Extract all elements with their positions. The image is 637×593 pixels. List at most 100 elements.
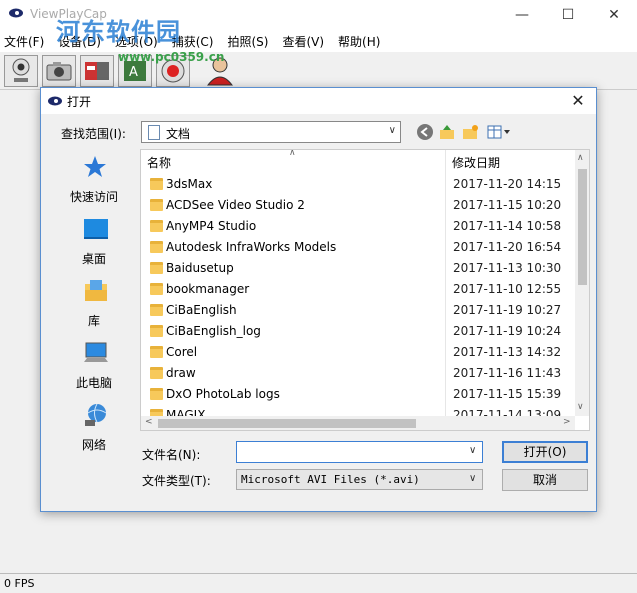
maximize-button[interactable]: ☐ — [545, 0, 591, 30]
new-folder-icon[interactable] — [461, 123, 479, 141]
look-in-label: 查找范围(I): — [61, 127, 126, 141]
filetype-label: 文件类型(T): — [142, 474, 211, 488]
horizontal-scroll-thumb[interactable] — [158, 419, 416, 428]
place-network[interactable]: 网络 — [49, 398, 139, 458]
watermark-url: www.pc0359.cn — [118, 50, 225, 64]
open-button[interactable]: 打开(O) — [502, 441, 588, 463]
file-name: draw — [166, 366, 196, 380]
file-row[interactable]: CiBaEnglish 2017-11-19 10:27 — [141, 300, 576, 321]
webcam-tool-button[interactable] — [4, 55, 38, 87]
camera-icon — [46, 62, 72, 81]
place-libraries[interactable]: 库 — [49, 274, 139, 334]
document-folder-icon — [148, 125, 160, 140]
folder-icon — [150, 325, 163, 337]
file-date: 2017-11-15 10:20 — [453, 198, 562, 212]
filename-input[interactable] — [236, 441, 483, 463]
file-row[interactable]: bookmanager 2017-11-10 12:55 — [141, 279, 576, 300]
file-date: 2017-11-20 14:15 — [453, 177, 562, 191]
file-date: 2017-11-14 10:58 — [453, 219, 562, 233]
menu-snapshot[interactable]: 拍照(S) — [220, 33, 275, 50]
back-icon[interactable] — [416, 123, 434, 141]
menu-view[interactable]: 查看(V) — [275, 33, 331, 50]
sort-ascending-icon: ∧ — [289, 149, 296, 158]
file-name: CiBaEnglish_log — [166, 324, 261, 338]
app-eye-icon — [9, 8, 23, 18]
scroll-down-icon[interactable]: ∨ — [577, 402, 584, 412]
chevron-down-icon[interactable]: ∨ — [469, 445, 476, 456]
file-date: 2017-11-20 16:54 — [453, 240, 562, 254]
file-name: ACDSee Video Studio 2 — [166, 198, 305, 212]
column-header-date[interactable]: 修改日期 — [446, 150, 575, 172]
file-row[interactable]: draw 2017-11-16 11:43 — [141, 363, 576, 384]
folder-icon — [150, 199, 163, 211]
film-icon — [85, 62, 109, 80]
folder-icon — [150, 304, 163, 316]
file-name: DxO PhotoLab logs — [166, 387, 280, 401]
scroll-left-icon[interactable]: < — [145, 417, 153, 427]
place-label: 网络 — [81, 438, 106, 452]
svg-text:A: A — [129, 65, 138, 80]
place-label: 此电脑 — [75, 376, 112, 390]
place-label: 库 — [87, 314, 100, 328]
horizontal-scrollbar[interactable]: < > — [141, 416, 575, 430]
column-header-name[interactable]: 名称 ∧ — [141, 150, 445, 172]
folder-icon — [150, 367, 163, 379]
webcam-icon — [12, 58, 30, 82]
star-icon — [84, 156, 106, 177]
file-date: 2017-11-15 15:39 — [453, 387, 562, 401]
file-name: Baidusetup — [166, 261, 234, 275]
dialog-close-button[interactable]: ✕ — [566, 90, 590, 112]
toolbar: A — [0, 52, 637, 90]
minimize-button[interactable]: — — [499, 0, 545, 30]
folder-icon — [150, 388, 163, 400]
menu-file[interactable]: 文件(F) — [0, 33, 51, 50]
dialog-title: 打开 — [67, 95, 92, 109]
network-icon — [85, 403, 107, 426]
file-name: 3dsMax — [166, 177, 213, 191]
capture-tool-button[interactable] — [80, 55, 114, 87]
file-list[interactable]: 名称 ∧ 修改日期 3dsMax 2017-11-20 14:15 ACDSee … — [140, 149, 590, 431]
look-in-dropdown[interactable]: 文档 ∨ — [141, 121, 401, 143]
scroll-up-icon[interactable]: ∧ — [577, 153, 584, 163]
folder-icon — [150, 220, 163, 232]
chevron-down-icon[interactable]: ∨ — [469, 473, 476, 484]
up-folder-icon[interactable] — [438, 123, 456, 141]
scroll-right-icon[interactable]: > — [563, 417, 571, 427]
folder-icon — [150, 262, 163, 274]
folder-icon — [150, 283, 163, 295]
file-row[interactable]: 3dsMax 2017-11-20 14:15 — [141, 174, 576, 195]
file-row[interactable]: Corel 2017-11-13 14:32 — [141, 342, 576, 363]
filetype-dropdown[interactable]: Microsoft AVI Files (*.avi) — [236, 469, 483, 490]
camera-tool-button[interactable] — [42, 55, 76, 87]
vertical-scrollbar[interactable]: ∧ ∨ — [575, 150, 589, 416]
place-desktop[interactable]: 桌面 — [49, 212, 139, 272]
folder-icon — [150, 241, 163, 253]
file-date: 2017-11-13 10:30 — [453, 261, 562, 275]
place-label: 快速访问 — [69, 190, 118, 204]
cancel-button[interactable]: 取消 — [502, 469, 588, 491]
place-this-pc[interactable]: 此电脑 — [49, 336, 139, 396]
vertical-scroll-thumb[interactable] — [578, 169, 587, 285]
places-bar: 快速访问 桌面 库 此电脑 网络 — [49, 150, 139, 480]
file-row[interactable]: Baidusetup 2017-11-13 10:30 — [141, 258, 576, 279]
file-name: bookmanager — [166, 282, 250, 296]
file-date: 2017-11-10 12:55 — [453, 282, 562, 296]
look-in-value: 文档 — [166, 127, 191, 141]
place-quick-access[interactable]: 快速访问 — [49, 150, 139, 210]
status-bar: 0 FPS — [0, 573, 637, 593]
column-date-label: 修改日期 — [452, 156, 501, 170]
file-row[interactable]: Autodesk InfraWorks Models 2017-11-20 16:… — [141, 237, 576, 258]
filename-label: 文件名(N): — [142, 448, 201, 462]
view-menu-icon[interactable] — [486, 123, 512, 141]
dialog-titlebar: 打开 ✕ — [41, 88, 596, 114]
file-date: 2017-11-19 10:24 — [453, 324, 562, 338]
chevron-down-icon: ∨ — [388, 125, 396, 136]
file-row[interactable]: ACDSee Video Studio 2 2017-11-15 10:20 — [141, 195, 576, 216]
menu-help[interactable]: 帮助(H) — [331, 33, 387, 50]
file-row[interactable]: DxO PhotoLab logs 2017-11-15 15:39 — [141, 384, 576, 405]
file-row[interactable]: CiBaEnglish_log 2017-11-19 10:24 — [141, 321, 576, 342]
close-button[interactable]: ✕ — [591, 0, 637, 30]
file-row[interactable]: AnyMP4 Studio 2017-11-14 10:58 — [141, 216, 576, 237]
computer-icon — [84, 342, 108, 362]
place-label: 桌面 — [81, 252, 106, 266]
